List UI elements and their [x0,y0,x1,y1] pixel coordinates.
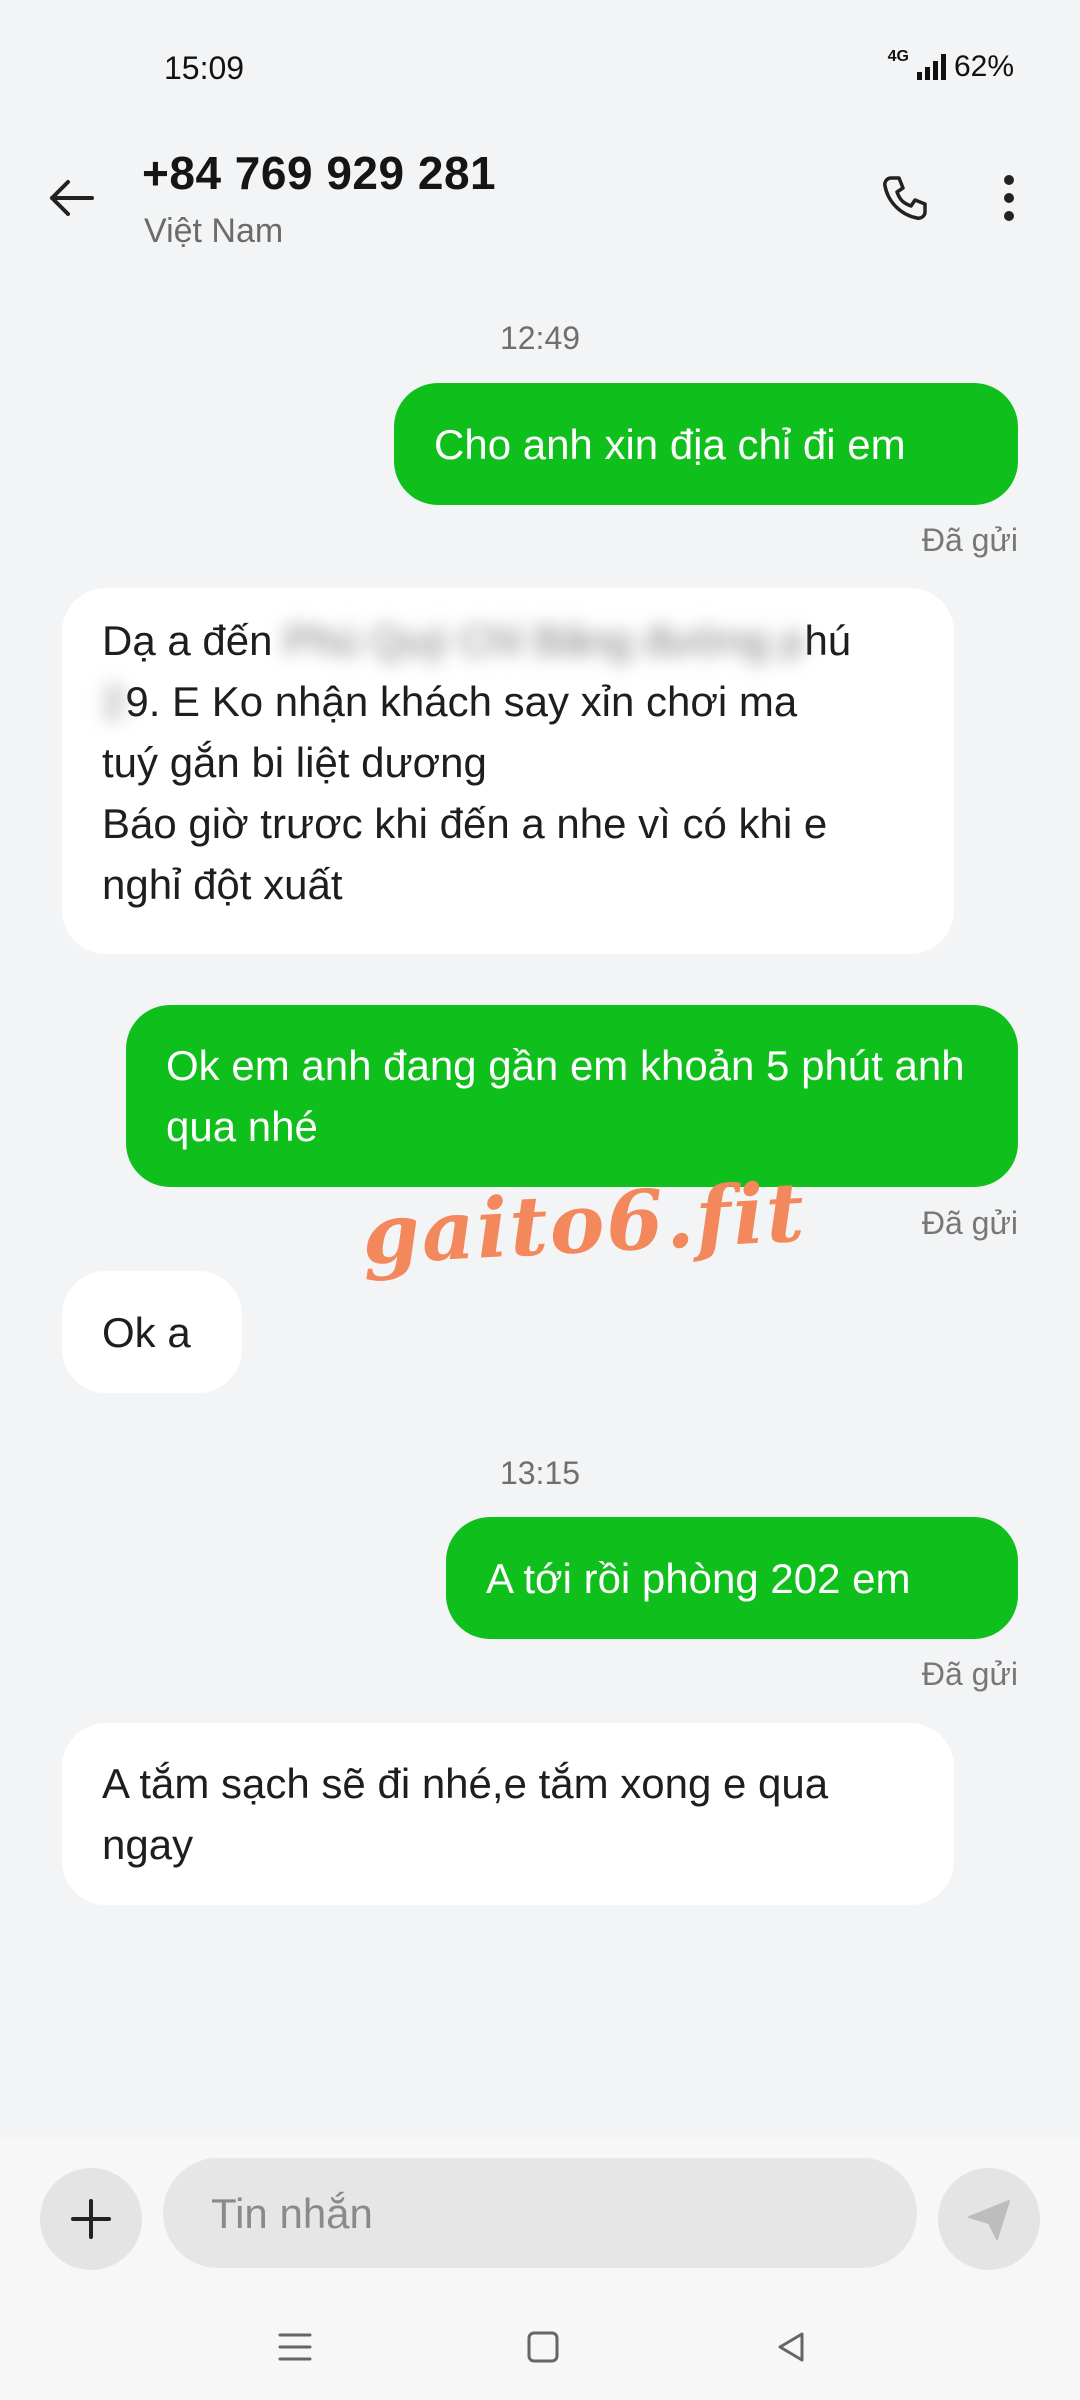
message-text: A tắm sạch sẽ đi nhé,e tắm xong e qua ng… [102,1760,829,1868]
send-icon [968,2200,1010,2240]
plus-icon [71,2199,111,2239]
send-button[interactable] [938,2168,1040,2270]
nav-home-button[interactable] [508,2312,578,2382]
outgoing-message[interactable]: A tới rồi phòng 202 em [446,1517,1018,1639]
incoming-message[interactable]: Ok a [62,1271,242,1393]
status-time: 15:09 [164,50,245,86]
signal-icon [916,54,946,80]
battery-level: 62% [953,50,1014,83]
message-status: Đã gửi [921,1656,1018,1692]
home-square-icon [527,2331,559,2363]
menu-icon [278,2333,312,2361]
triangle-back-icon [778,2332,804,2362]
message-status: Đã gửi [921,1205,1018,1241]
more-vertical-icon [1004,175,1014,221]
network-type: 4G [887,48,909,65]
message-line: 29. E Ko nhận khách say xỉn chơi ma [102,678,798,725]
outgoing-message[interactable]: Ok em anh đang gần em khoản 5 phút anh q… [126,1005,1018,1187]
message-text: Ok a [102,1308,191,1356]
contact-subtitle: Việt Nam [144,212,284,250]
redacted-text: 2 [102,678,126,725]
nav-back-button[interactable] [756,2312,826,2382]
call-button[interactable] [872,165,938,231]
phone-icon [883,176,927,220]
message-line: tuý gắn bi liệt dương [102,739,487,786]
status-indicators: 4G 62% [887,48,1014,84]
message-line: nghỉ đột xuất [102,861,343,908]
time-separator: 12:49 [499,320,581,356]
message-text: Cho anh xin địa chỉ đi em [434,420,906,468]
add-attachment-button[interactable] [40,2168,142,2270]
message-line: Dạ a đến Phú Quý Chỉ Băng đường phú [102,617,852,664]
incoming-message[interactable]: Dạ a đến Phú Quý Chỉ Băng đường phú 29. … [62,588,954,954]
message-input[interactable] [209,2158,873,2270]
message-text: A tới rồi phòng 202 em [486,1554,911,1602]
more-options-button[interactable] [976,165,1042,231]
time-separator: 13:15 [499,1455,581,1491]
message-input-container [163,2158,917,2270]
redacted-text: Phú Quý Chỉ Băng đường p [272,617,805,664]
message-text: Ok em anh đang gần em khoản 5 phút anh q… [166,1042,965,1150]
contact-name: +84 769 929 281 [142,147,497,199]
nav-menu-button[interactable] [260,2312,330,2382]
message-line: Báo giờ trươc khi đến a nhe vì có khi e [102,800,828,847]
outgoing-message[interactable]: Cho anh xin địa chỉ đi em [394,383,1018,505]
message-status: Đã gửi [921,522,1018,558]
incoming-message[interactable]: A tắm sạch sẽ đi nhé,e tắm xong e qua ng… [62,1723,954,1905]
back-button[interactable] [38,165,104,231]
arrow-left-icon [50,180,94,216]
